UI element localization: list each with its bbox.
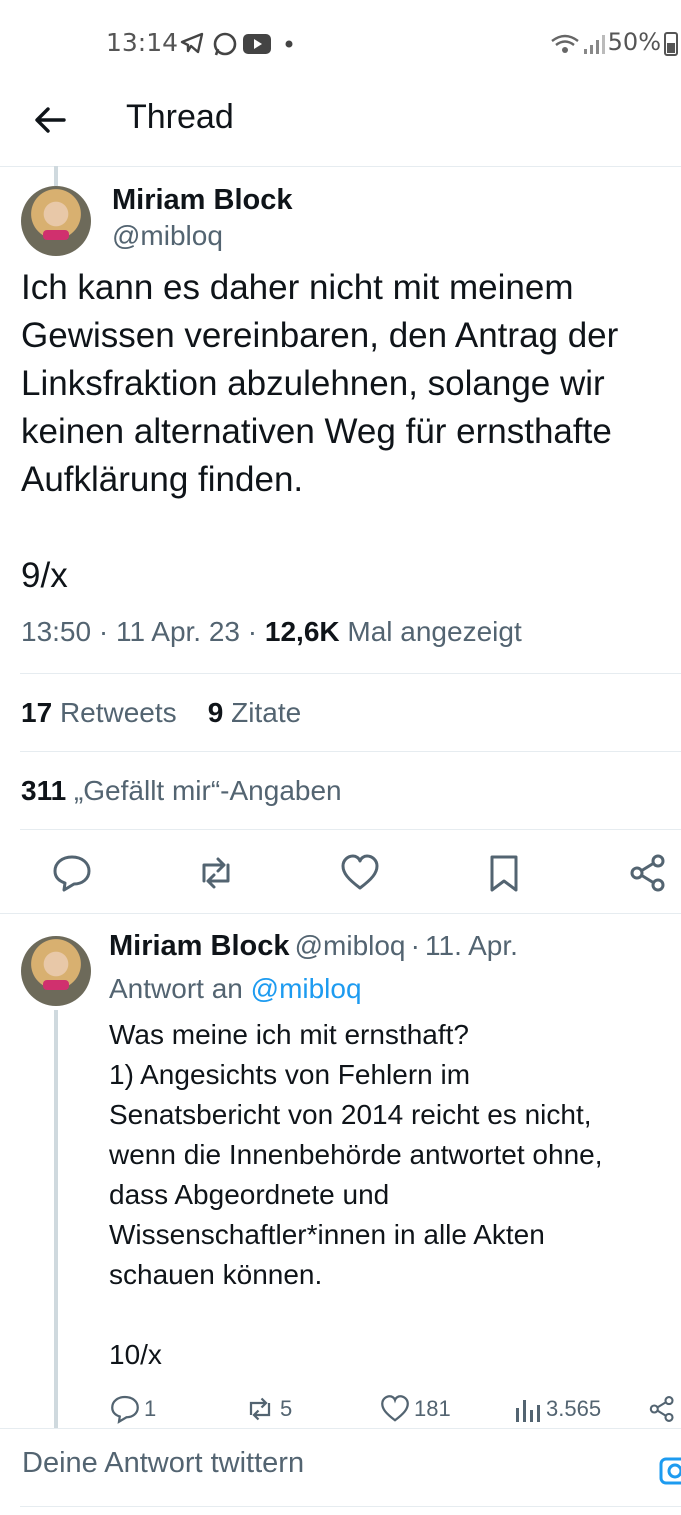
retweet-count: 5 <box>280 1396 293 1421</box>
reply-count: 1 <box>144 1396 157 1421</box>
bookmark-icon[interactable] <box>484 853 524 893</box>
views-icon <box>516 1400 540 1422</box>
author-handle[interactable]: @mibloq <box>112 220 223 252</box>
reply-to-handle[interactable]: @mibloq <box>251 973 362 1004</box>
reply-to-label: Antwort an <box>109 973 243 1004</box>
notification-dot-icon <box>285 40 293 48</box>
views-count: 3.565 <box>546 1396 602 1421</box>
likes-stat[interactable]: 311 „Gefällt mir“-Angaben <box>21 775 342 807</box>
divider <box>20 829 681 830</box>
quotes-stat[interactable]: 9 Zitate <box>208 697 301 728</box>
tweet-date[interactable]: 11 Apr. 23 <box>116 616 240 647</box>
quote-label: Zitate <box>231 697 302 728</box>
retweet-quote-stats: 17 Retweets 9 Zitate <box>21 697 301 729</box>
camera-icon[interactable] <box>658 1453 681 1489</box>
tweet-time[interactable]: 13:50 <box>21 616 91 647</box>
reply-like-button[interactable]: 181 <box>380 1394 451 1424</box>
avatar[interactable] <box>21 186 91 256</box>
like-count: 181 <box>414 1396 451 1421</box>
like-label: „Gefällt mir“-Angaben <box>73 775 342 806</box>
reply-input[interactable]: Deine Antwort twittern <box>22 1447 304 1480</box>
avatar[interactable] <box>21 936 91 1006</box>
thread-connector <box>54 166 58 186</box>
reply-replies-button[interactable]: 1 <box>110 1394 156 1424</box>
view-count: 12,6K <box>264 616 340 647</box>
like-count: 311 <box>21 775 67 806</box>
share-icon[interactable] <box>648 1394 676 1424</box>
status-bar: 13:14 50% <box>0 0 681 88</box>
like-icon <box>381 1395 409 1422</box>
like-icon[interactable] <box>340 853 380 893</box>
reply-icon <box>111 1395 139 1424</box>
share-icon[interactable] <box>628 853 668 893</box>
divider <box>20 673 681 674</box>
reply-date[interactable]: 11. Apr. <box>425 930 518 961</box>
reply-icon[interactable] <box>52 853 92 893</box>
compose-bar: Deine Antwort twittern <box>0 1428 681 1515</box>
wifi-icon <box>551 34 579 53</box>
retweet-label: Retweets <box>59 697 177 728</box>
signal-icon <box>584 35 605 54</box>
quote-count: 9 <box>207 697 224 728</box>
battery-percent: 50% <box>607 28 661 56</box>
back-arrow-icon[interactable] <box>32 102 68 138</box>
reply-views-button[interactable]: 3.565 <box>514 1394 601 1424</box>
thread-connector <box>54 1010 58 1428</box>
retweet-icon[interactable] <box>196 853 236 893</box>
divider <box>20 1506 681 1507</box>
author-name[interactable]: Miriam Block <box>112 184 293 217</box>
tweet-metadata: 13:50 · 11 Apr. 23 · 12,6K Mal angezeigt <box>21 616 522 647</box>
divider <box>20 751 681 752</box>
retweets-stat[interactable]: 17 Retweets <box>21 697 177 728</box>
thread-header: Thread <box>0 88 681 167</box>
divider <box>0 913 681 914</box>
retweet-icon <box>249 1397 271 1421</box>
status-time: 13:14 <box>106 28 179 57</box>
telegram-icon <box>180 32 204 54</box>
youtube-icon <box>243 34 271 54</box>
tweet-text: Ich kann es daher nicht mit meinem Gewis… <box>21 268 619 595</box>
reply-text: Was meine ich mit ernsthaft? 1) Angesich… <box>109 1019 603 1370</box>
reply-author-name[interactable]: Miriam Block <box>109 930 290 962</box>
whatsapp-icon <box>213 32 237 56</box>
reply-retweet-button[interactable]: 5 <box>244 1394 292 1424</box>
battery-icon <box>664 32 678 56</box>
reply-header: Miriam Block @mibloq · 11. Apr. <box>109 930 518 963</box>
reply-to-line: Antwort an @mibloq <box>109 973 362 1005</box>
reply-author-handle[interactable]: @mibloq <box>295 930 406 961</box>
retweet-count: 17 <box>21 697 53 728</box>
view-count-label: Mal angezeigt <box>347 616 522 647</box>
separator-dot: · <box>410 930 420 961</box>
page-title: Thread <box>126 98 234 136</box>
